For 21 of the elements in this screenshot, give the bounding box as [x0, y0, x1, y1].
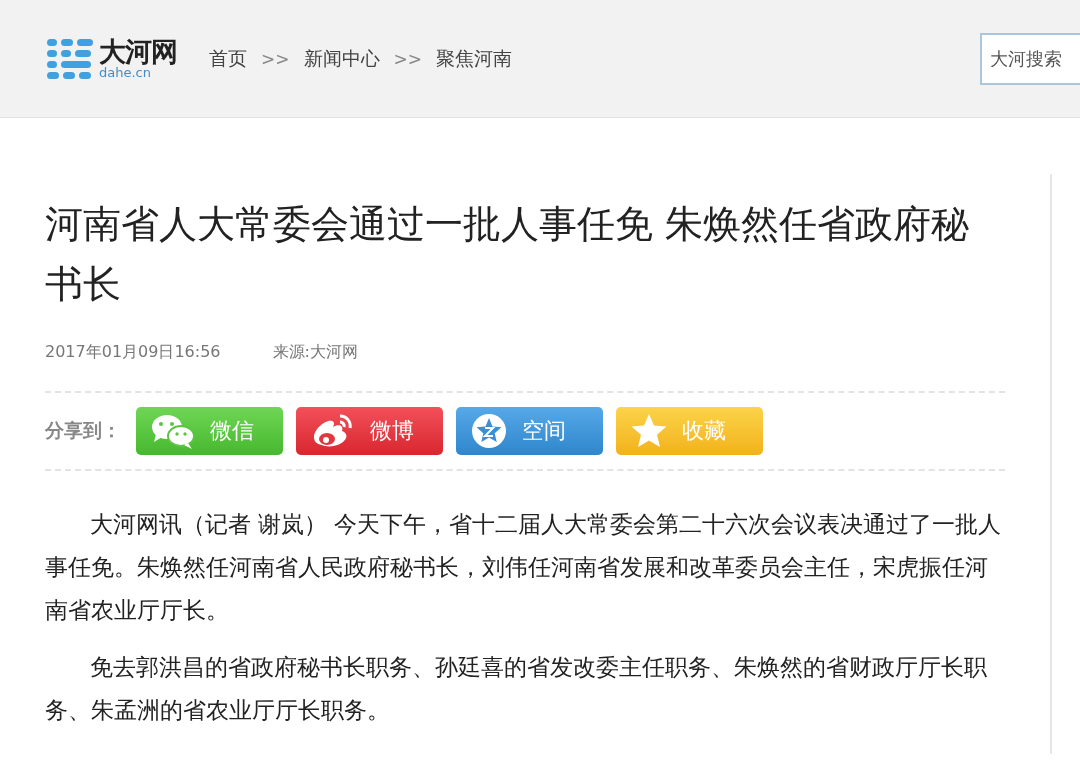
star-icon: [630, 412, 668, 450]
article-title: 河南省人大常委会通过一批人事任免 朱焕然任省政府秘书长: [45, 201, 971, 308]
breadcrumb-separator: >>: [261, 48, 290, 69]
breadcrumb-link[interactable]: 新闻中心: [303, 45, 380, 72]
logo-name: 大河网: [99, 38, 177, 65]
share-button[interactable]: 空间: [456, 407, 603, 455]
article-paragraph: 免去郭洪昌的省政府秘书长职务、孙廷喜的省发改委主任职务、朱焕然的省财政厅厅长职务、朱孟洲的省农业厅厅长职务。: [45, 653, 988, 725]
logo-domain: dahe.cn: [99, 66, 152, 79]
chat-bubbles-icon: [150, 412, 196, 450]
share-button[interactable]: 微信: [136, 407, 283, 455]
share-button[interactable]: 微博: [296, 407, 443, 455]
article-source: 来源:大河网: [272, 342, 358, 363]
share-label: 分享到：: [45, 418, 121, 443]
star-circle-icon: [470, 412, 508, 450]
article-paragraph: 大河网讯（记者 谢岚） 今天下午，省十二届人大常委会第二十六次会议表决通过了一批人事任免。朱焕然任河南省人民政府秘书长，刘伟任河南省发展和改革委员会主任，宋虎振任河南省农业厅厅长。: [45, 510, 1003, 625]
publish-date: 2017年01月09日16:56: [45, 342, 221, 363]
breadcrumb-link[interactable]: 聚焦河南: [436, 45, 512, 72]
breadcrumb-link[interactable]: 首页: [209, 45, 247, 72]
logo-icon: [45, 36, 95, 81]
breadcrumb-separator: >>: [393, 48, 422, 69]
search-field[interactable]: 大河搜索: [980, 32, 1080, 85]
